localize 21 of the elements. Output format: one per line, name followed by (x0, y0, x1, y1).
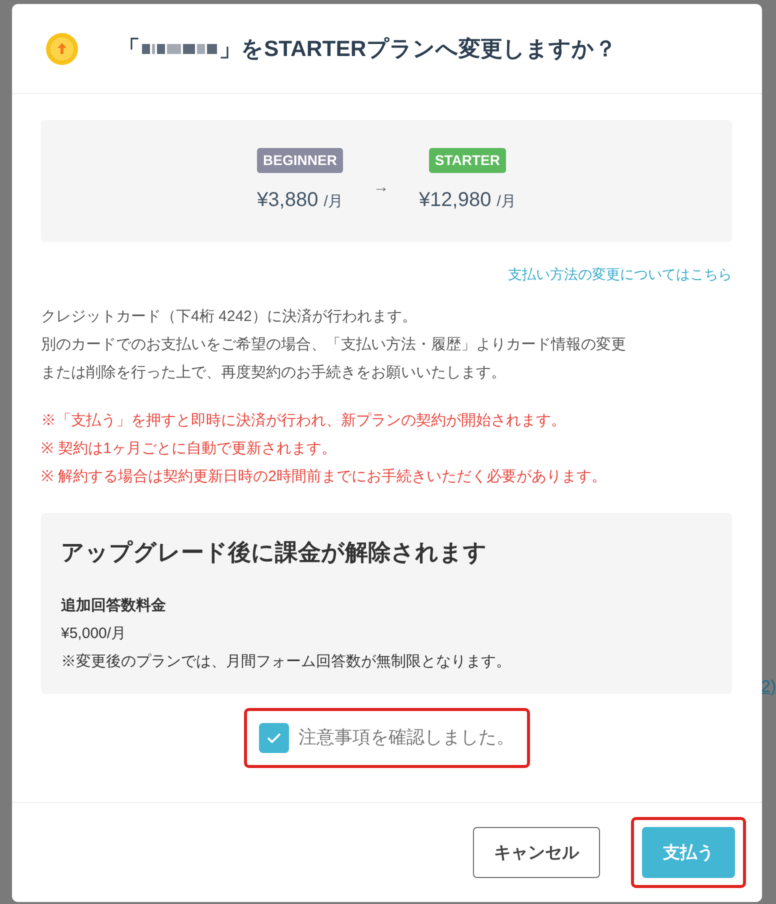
payment-notice: クレジットカード（下4桁 4242）に決済が行われます。 別のカードでのお支払いをご希望の場合、「支払い方法・履歴」よりカード情報の変更 または削除を行った上で、再度契約のお手続きをお願いいたします。 (41, 307, 627, 383)
release-heading: アップグレード後に課金が解除されます (61, 538, 488, 567)
upgrade-coin-icon (46, 32, 78, 64)
confirm-checkbox[interactable] (258, 722, 288, 752)
arrow-icon: → (372, 176, 389, 200)
fee-price: ¥5,000/月 (61, 624, 128, 644)
warning-notice: ※「支払う」を押すと即時に決済が行われ、新プランの契約が開始されます。 ※ 契約は1ヶ月ごとに自動で更新されます。 ※ 解約する場合は契約更新日時の2時間前までにお手続きいただく必要があります。 (41, 411, 608, 487)
link-fragment[interactable]: 2) (761, 674, 776, 700)
plan-badge: STARTER (428, 148, 506, 172)
cancel-button[interactable]: キャンセル (473, 826, 600, 878)
title-text: 」をSTARTERプランへ変更しますか？ (219, 35, 616, 63)
plan-price: ¥3,880 /月 (257, 188, 343, 212)
plan-price: ¥12,980 /月 (418, 188, 516, 212)
fee-name: 追加回答数料金 (61, 596, 167, 616)
check-icon (266, 732, 280, 742)
payment-method-link[interactable]: 支払い方法の変更についてはこちら (508, 266, 732, 282)
pay-button[interactable]: 支払う (642, 826, 735, 878)
plan-badge: BEGINNER (257, 148, 343, 172)
fee-note: ※変更後のプランでは、月間フォーム回答数が無制限となります。 (61, 652, 512, 672)
title-text: 「 (118, 35, 140, 63)
confirm-label: 注意事項を確認しました。 (298, 726, 514, 749)
